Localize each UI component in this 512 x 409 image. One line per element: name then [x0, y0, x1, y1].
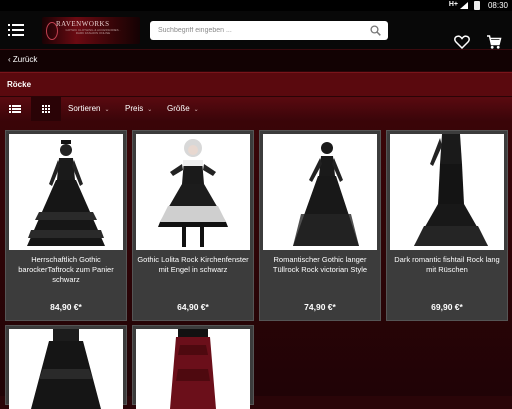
product-price: 84,90 €* [50, 302, 82, 312]
back-link[interactable]: ‹ Zurück [8, 55, 37, 64]
product-card[interactable]: Herrschaftlich Gothic barockerTaftrock z… [5, 130, 127, 321]
sort-dropdown[interactable]: Sortieren ⌄ [68, 104, 110, 113]
battery-icon [474, 1, 480, 10]
search-icon[interactable] [370, 25, 381, 36]
list-view-icon [9, 105, 21, 113]
product-card[interactable] [5, 325, 127, 409]
product-image [136, 329, 250, 409]
grid-view-button[interactable] [31, 97, 61, 121]
price-filter-label: Preis [125, 104, 144, 113]
size-filter-label: Größe [167, 104, 190, 113]
grid-view-icon [42, 105, 50, 113]
shop-logo[interactable]: RAVENWORKS GOTHIC CLOTHING & ACCESSORIES… [42, 17, 140, 44]
logo-tagline: GOTHIC CLOTHING & ACCESSORIES · DARK FAS… [65, 29, 121, 35]
size-filter-dropdown[interactable]: Größe ⌄ [167, 104, 199, 113]
product-name: Herrschaftlich Gothic barockerTaftrock z… [18, 255, 114, 284]
chevron-down-icon: ⌄ [104, 107, 110, 113]
product-price: 64,90 €* [177, 302, 209, 312]
product-image [9, 329, 123, 409]
sort-label: Sortieren [68, 104, 101, 113]
chevron-down-icon: ⌄ [193, 107, 199, 113]
product-name: Gothic Lolita Rock Kirchenfenster mit En… [137, 255, 249, 274]
product-image [390, 134, 504, 250]
cart-icon[interactable] [486, 34, 502, 50]
product-card[interactable]: Romantischer Gothic langer Tüllrock Rock… [259, 130, 381, 321]
filter-bar: Sortieren ⌄ Preis ⌄ Größe ⌄ [0, 96, 512, 121]
product-card[interactable]: Dark romantic fishtail Rock lang mit Rüs… [386, 130, 508, 321]
search-input[interactable] [150, 21, 360, 40]
product-name: Romantischer Gothic langer Tüllrock Rock… [272, 255, 368, 274]
logo-brand: RAVENWORKS [56, 20, 110, 28]
product-card[interactable] [132, 325, 254, 409]
product-image [263, 134, 377, 250]
page-title: Röcke [7, 80, 32, 89]
list-view-button[interactable] [0, 97, 30, 121]
product-name: Dark romantic fishtail Rock lang mit Rüs… [394, 255, 500, 274]
status-bar: H+ 08:30 [0, 0, 512, 11]
back-bar: ‹ Zurück [0, 50, 512, 71]
product-card[interactable]: Gothic Lolita Rock Kirchenfenster mit En… [132, 130, 254, 321]
product-price: 74,90 €* [304, 302, 336, 312]
signal-icon [460, 2, 468, 9]
product-grid: Herrschaftlich Gothic barockerTaftrock z… [0, 121, 512, 409]
price-filter-dropdown[interactable]: Preis ⌄ [125, 104, 152, 113]
clock: 08:30 [487, 1, 508, 10]
product-price: 69,90 €* [431, 302, 463, 312]
product-image [136, 134, 250, 250]
heart-icon[interactable] [454, 35, 470, 49]
network-indicator: H+ [448, 1, 458, 8]
category-header: Röcke [0, 72, 512, 97]
search-box[interactable] [150, 21, 388, 40]
chevron-down-icon: ⌄ [147, 107, 153, 113]
product-image [9, 134, 123, 250]
menu-icon[interactable] [8, 23, 24, 37]
